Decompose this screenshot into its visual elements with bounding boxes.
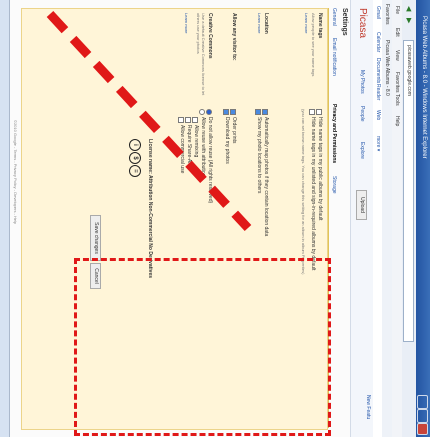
screenshot-stage: Picasa Web Albums - 8.0 - Windows Intern…	[0, 0, 430, 437]
annotation-arrow-line	[46, 10, 252, 232]
annotation-arrow	[46, 10, 252, 232]
